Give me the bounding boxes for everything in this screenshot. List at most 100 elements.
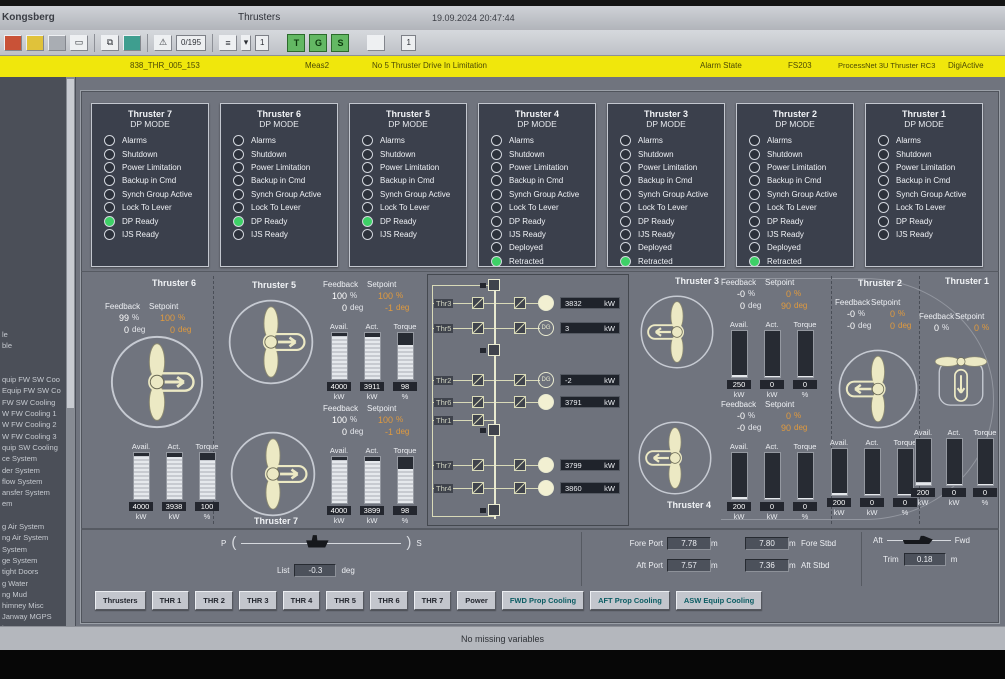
sidebar-item[interactable]: ng Mud xyxy=(0,590,62,601)
page-title: Thrusters xyxy=(238,12,280,23)
thruster-breaker[interactable] xyxy=(472,322,484,334)
page-nav-button[interactable]: Thrusters xyxy=(95,591,146,610)
thruster-breaker[interactable] xyxy=(472,297,484,309)
bar-gauge: Torque98% xyxy=(393,446,417,525)
sidebar-item[interactable]: ng Air System xyxy=(0,533,62,544)
thruster-breaker[interactable] xyxy=(472,374,484,386)
page-nav-button[interactable]: THR 5 xyxy=(326,591,364,610)
sidebar-item[interactable]: himney Misc xyxy=(0,601,62,612)
feeder-rows: Thr3 3832 kW xyxy=(428,275,628,525)
page-nav-button[interactable]: THR 6 xyxy=(370,591,408,610)
indicator-lamp xyxy=(749,202,760,213)
thruster-breaker[interactable] xyxy=(472,459,484,471)
page-nav-button[interactable]: ASW Equip Cooling xyxy=(676,591,762,610)
indicator-lamp xyxy=(491,135,502,146)
generator-breaker[interactable] xyxy=(514,374,526,386)
alarm-message[interactable]: No 5 Thruster Drive In Limitation xyxy=(372,61,487,70)
sidebar-item[interactable]: ge System xyxy=(0,556,62,567)
indicator-lamp xyxy=(233,175,244,186)
sidebar-item[interactable] xyxy=(0,364,62,375)
alarm-mode: DigiActive xyxy=(948,61,984,70)
page-nav-button[interactable]: THR 1 xyxy=(152,591,190,610)
page-number-field[interactable]: 1 xyxy=(255,35,269,51)
sidebar-scrollbar[interactable] xyxy=(66,77,75,626)
sidebar-item[interactable]: FW SW Cooling xyxy=(0,398,62,409)
status-label: DP Ready xyxy=(251,217,287,226)
chevron-down-icon[interactable]: ▾ xyxy=(241,35,251,51)
indicator-lamp xyxy=(491,216,502,227)
page-copy-icon[interactable]: ⧉ xyxy=(101,35,119,51)
tag-button-g[interactable]: G xyxy=(309,34,327,52)
sidebar-item[interactable]: W FW Cooling 3 xyxy=(0,432,62,443)
blank-button[interactable] xyxy=(367,35,385,51)
page-nav-button[interactable]: THR 7 xyxy=(414,591,452,610)
sidebar-item[interactable] xyxy=(0,353,62,364)
sidebar-item[interactable]: der System xyxy=(0,466,62,477)
sidebar-item[interactable]: quip FW SW Coo xyxy=(0,375,62,386)
thruster-breaker[interactable] xyxy=(472,482,484,494)
generator-breaker[interactable] xyxy=(514,322,526,334)
sidebar-item[interactable]: System xyxy=(0,545,62,556)
sidebar-item[interactable]: Janway MGPS xyxy=(0,612,62,623)
active-page-icon[interactable] xyxy=(123,35,141,51)
sidebar-item[interactable]: le xyxy=(0,330,62,341)
scrollbar-thumb[interactable] xyxy=(67,79,74,408)
dp-panel-title: Thruster 3 xyxy=(608,109,724,119)
status-row: DP Ready xyxy=(350,214,466,227)
indicator-lamp xyxy=(104,135,115,146)
sidebar-item[interactable]: quip SW Cooling xyxy=(0,443,62,454)
tag-button-s[interactable]: S xyxy=(331,34,349,52)
page-nav-button[interactable]: THR 2 xyxy=(195,591,233,610)
status-label: Lock To Lever xyxy=(896,203,946,212)
indicator-lamp xyxy=(620,135,631,146)
dp-panel-subtitle: DP MODE xyxy=(350,119,466,129)
tag-button-t[interactable]: T xyxy=(287,34,305,52)
sidebar-item[interactable]: g Air System xyxy=(0,522,62,533)
page-nav-button[interactable]: AFT Prop Cooling xyxy=(590,591,670,610)
screen-number-field[interactable]: 1 xyxy=(401,35,415,51)
status-label: Retracted xyxy=(767,257,802,266)
document-icon[interactable] xyxy=(48,35,66,51)
section-title-thruster-1: Thruster 1 xyxy=(927,276,999,286)
vessel-automation-screen: Kongsberg Thrusters 19.09.2024 20:47:44 … xyxy=(0,0,1005,679)
indicator-lamp xyxy=(878,216,889,227)
display-icon[interactable]: ▭ xyxy=(70,35,88,51)
indicator-lamp xyxy=(491,175,502,186)
indicator-lamp xyxy=(620,162,631,173)
folder-icon[interactable] xyxy=(26,35,44,51)
sidebar-item[interactable]: flow System xyxy=(0,477,62,488)
generator-breaker[interactable] xyxy=(514,459,526,471)
trim-value: 0.18 xyxy=(904,553,946,566)
sidebar-item[interactable]: W FW Cooling 1 xyxy=(0,409,62,420)
thruster-breaker[interactable] xyxy=(472,396,484,408)
status-row: IJS Ready xyxy=(221,228,337,241)
sidebar-item[interactable]: ble xyxy=(0,341,62,352)
sidebar-item[interactable]: ansfer System xyxy=(0,488,62,499)
alarm-ack-icon[interactable] xyxy=(4,35,22,51)
alarm-bell-icon[interactable]: ⚠ xyxy=(154,35,172,51)
section-title-thruster-5: Thruster 5 xyxy=(219,280,329,290)
sidebar-item[interactable]: W FW Cooling 2 xyxy=(0,420,62,431)
bar-gauge: Avail.4000kW xyxy=(129,442,153,521)
port-label: P xyxy=(221,539,226,548)
generator-breaker[interactable] xyxy=(514,297,526,309)
sidebar-item[interactable] xyxy=(0,511,62,522)
page-list-icon[interactable]: ≡ xyxy=(219,35,237,51)
sidebar-item[interactable]: tight Doors xyxy=(0,567,62,578)
generator-breaker[interactable] xyxy=(514,482,526,494)
page-nav-button[interactable]: THR 3 xyxy=(239,591,277,610)
status-row: Lock To Lever xyxy=(350,201,466,214)
page-nav-button[interactable]: Power xyxy=(457,591,496,610)
sidebar-item[interactable]: em xyxy=(0,499,62,510)
status-row: DP Ready xyxy=(479,214,595,227)
generator-breaker[interactable] xyxy=(514,396,526,408)
thruster-breaker[interactable] xyxy=(472,414,484,426)
sidebar-item[interactable]: Equip FW SW Co xyxy=(0,386,62,397)
page-nav-button[interactable]: FWD Prop Cooling xyxy=(502,591,584,610)
sidebar-item[interactable]: g Water xyxy=(0,579,62,590)
page-nav-button[interactable]: THR 4 xyxy=(283,591,321,610)
toolbar: ▭ ⧉ ⚠ 0/195 ≡ ▾ 1 T G S 1 xyxy=(0,30,1005,56)
sidebar-item[interactable]: ce System xyxy=(0,454,62,465)
indicator-lamp xyxy=(620,242,631,253)
alarm-banner[interactable]: 838_THR_005_153 Meas2 No 5 Thruster Driv… xyxy=(0,56,1005,79)
